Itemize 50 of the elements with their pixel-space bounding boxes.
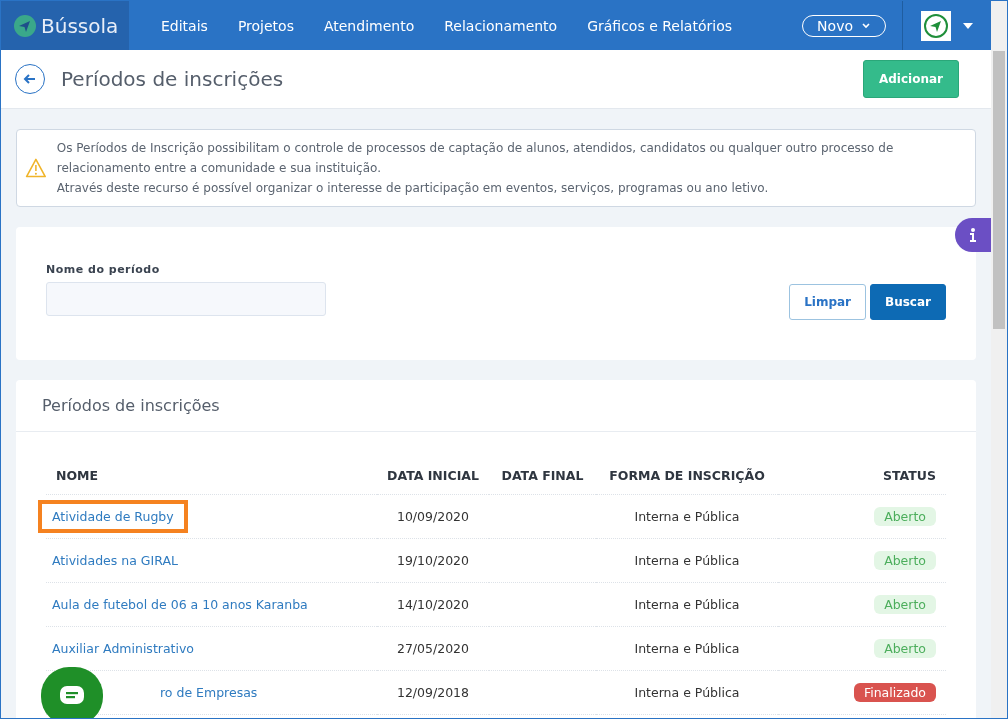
caret-down-icon <box>963 22 973 29</box>
column-header: NOME <box>46 456 377 495</box>
status-badge: Aberto <box>874 551 936 570</box>
chevron-down-icon <box>861 21 871 30</box>
clear-button[interactable]: Limpar <box>789 283 867 320</box>
period-link[interactable]: ro de Empresas <box>38 676 272 709</box>
scrollbar[interactable] <box>991 1 1007 718</box>
table-cell: Interna e Pública <box>596 626 778 671</box>
column-header: DATA INICIAL <box>377 456 489 495</box>
column-header: FORMA DE INSCRIÇÃO <box>596 456 778 495</box>
period-name-field[interactable] <box>46 282 326 316</box>
nav-link[interactable]: Projetos <box>237 17 294 34</box>
status-badge: Aberto <box>874 595 936 614</box>
compass-logo-icon <box>13 13 37 38</box>
arrow-left-icon <box>23 72 37 86</box>
search-button[interactable]: Buscar <box>870 283 946 320</box>
chat-icon <box>59 685 85 707</box>
column-header: DATA FINAL <box>489 456 596 495</box>
alert-text: Através deste recurso é possível organizar o interesse de participação em eventos, serviços, programas ou ano letivo. <box>56 180 770 197</box>
period-link[interactable]: Aula de futebol de 06 a 10 anos Karanba <box>38 588 322 621</box>
table-cell: Interna e Pública <box>596 582 778 627</box>
table-cell: 19/10/2020 <box>377 538 489 583</box>
compass-avatar-icon <box>921 10 951 41</box>
period-link[interactable]: Atividades na GIRAL <box>38 544 192 577</box>
table-cell: 12/09/2018 <box>377 670 489 715</box>
info-icon <box>969 228 977 242</box>
table-cell: Interna e Pública <box>596 538 778 583</box>
period-link[interactable]: Auxiliar Administrativo <box>38 632 208 665</box>
status-badge: Aberto <box>874 639 936 658</box>
add-button[interactable]: Adicionar <box>862 60 959 98</box>
alert-text: Os Períodos de Inscrição possibilitam o controle de processos de captação de alunos, atendidos, candidatos ou qualquer outro processo de relacionamento entre a comunidade e sua instituição. <box>56 140 895 177</box>
status-badge: Aberto <box>874 507 936 526</box>
nav-link[interactable]: Atendimento <box>323 17 415 34</box>
info-button[interactable] <box>955 218 991 252</box>
table-cell: Interna e Pública <box>596 670 778 715</box>
nav-link[interactable]: Gráficos e Relatórios <box>587 17 732 34</box>
back-button[interactable] <box>15 64 45 94</box>
table-cell: 10/09/2020 <box>377 494 489 539</box>
page-title: Períodos de inscrições <box>61 67 284 91</box>
field-label: Nome do período <box>46 263 161 276</box>
status-badge: Finalizado <box>853 683 936 702</box>
column-header: STATUS <box>778 456 946 495</box>
table-cell: 27/05/2020 <box>377 626 489 671</box>
table-cell: Interna e Pública <box>596 494 778 539</box>
table-cell: 14/10/2020 <box>377 582 489 627</box>
card-title: Períodos de inscrições <box>16 380 976 432</box>
nav-link[interactable]: Relacionamento <box>444 17 558 34</box>
period-link[interactable]: Atividade de Rugby <box>38 500 188 533</box>
brand-name: Bússola <box>41 13 119 38</box>
nav-link[interactable]: Editais <box>161 17 208 34</box>
